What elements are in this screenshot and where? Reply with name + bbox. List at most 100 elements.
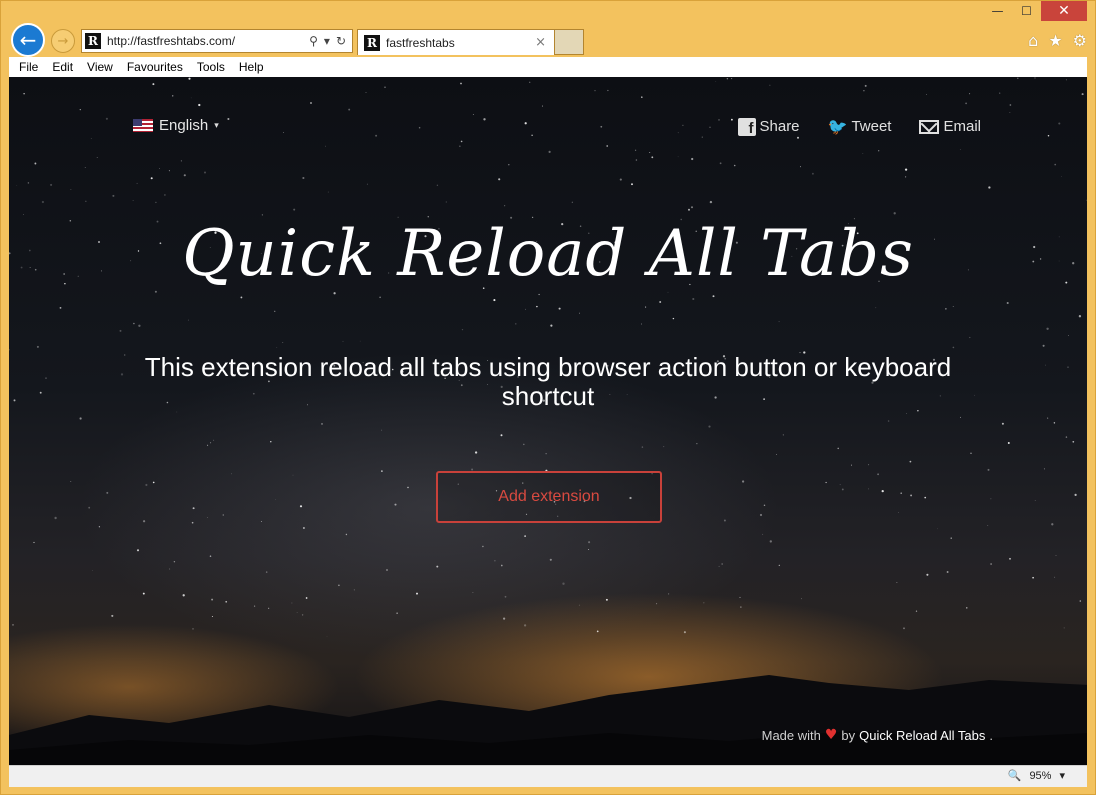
star: [198, 103, 201, 107]
star: [210, 442, 212, 444]
menu-file[interactable]: File: [19, 60, 38, 74]
star: [946, 571, 949, 573]
star: [1017, 77, 1019, 79]
star: [204, 171, 206, 174]
star: [136, 549, 140, 552]
star: [79, 417, 82, 420]
menu-edit[interactable]: Edit: [52, 60, 73, 74]
maximize-button[interactable]: ☐: [1012, 1, 1041, 21]
star: [206, 517, 208, 519]
star: [418, 126, 421, 129]
star: [345, 533, 348, 536]
star: [494, 560, 496, 562]
star: [541, 105, 544, 107]
star: [635, 159, 638, 161]
star: [164, 194, 166, 196]
star: [776, 454, 777, 455]
star: [342, 340, 344, 342]
close-window-button[interactable]: ✕: [1041, 1, 1087, 21]
star: [231, 473, 232, 475]
menu-view[interactable]: View: [87, 60, 113, 74]
language-selector[interactable]: English ▾: [133, 117, 219, 134]
share-label: Share: [759, 118, 800, 135]
refresh-icon[interactable]: ↻: [336, 34, 346, 48]
star: [904, 168, 908, 171]
forward-button[interactable]: →: [51, 29, 75, 53]
favorites-star-icon[interactable]: ★: [1048, 31, 1062, 50]
star: [1034, 500, 1036, 501]
star: [270, 441, 272, 443]
star: [299, 505, 303, 508]
menu-favourites[interactable]: Favourites: [127, 60, 183, 74]
star: [893, 212, 896, 215]
star: [524, 308, 526, 310]
star: [862, 153, 864, 154]
chevron-down-icon[interactable]: ▾: [324, 34, 330, 48]
by-text: by: [841, 727, 856, 743]
share-link[interactable]: f Share: [737, 117, 800, 136]
star: [641, 96, 643, 98]
add-extension-button[interactable]: Add extension: [436, 471, 662, 523]
star: [778, 321, 780, 323]
star: [703, 602, 705, 604]
star: [39, 391, 42, 394]
footer-brand-link[interactable]: Quick Reload All Tabs: [859, 728, 985, 743]
star: [187, 319, 189, 321]
star: [33, 541, 35, 544]
star: [436, 565, 439, 568]
menu-help[interactable]: Help: [239, 60, 264, 74]
star: [1067, 366, 1069, 368]
star: [548, 150, 551, 153]
star: [987, 525, 989, 526]
star: [472, 114, 474, 115]
star: [864, 84, 867, 87]
star: [759, 513, 763, 517]
gear-icon[interactable]: ⚙: [1073, 31, 1087, 50]
star: [171, 95, 174, 97]
minimize-button[interactable]: —: [983, 1, 1012, 21]
tweet-link[interactable]: 🐦 Tweet: [828, 117, 892, 136]
navigation-bar: ← → R http://fastfreshtabs.com/ ⚲ ▾ ↻ R …: [1, 21, 1095, 57]
browser-tab[interactable]: R fastfreshtabs ×: [357, 29, 555, 55]
star: [474, 451, 478, 454]
star: [23, 213, 24, 215]
menu-tools[interactable]: Tools: [197, 60, 225, 74]
tab-close-icon[interactable]: ×: [535, 35, 546, 50]
twitter-icon: 🐦: [827, 117, 848, 136]
chevron-down-icon[interactable]: ▾: [1059, 769, 1065, 782]
new-tab-button[interactable]: [555, 29, 584, 55]
star: [182, 594, 185, 597]
star: [987, 468, 990, 471]
star: [152, 481, 155, 484]
star: [594, 90, 596, 92]
star: [36, 345, 39, 348]
page-content: English ▾ f Share 🐦 Tweet Email Quick Re…: [9, 77, 1087, 765]
star: [283, 132, 284, 133]
star: [769, 84, 771, 86]
star: [324, 145, 326, 147]
star: [715, 80, 717, 82]
address-bar[interactable]: R http://fastfreshtabs.com/ ⚲ ▾ ↻: [81, 29, 353, 53]
star: [740, 606, 742, 608]
email-link[interactable]: Email: [919, 117, 981, 136]
star: [59, 306, 62, 309]
star: [436, 184, 439, 186]
star: [445, 201, 447, 203]
star: [191, 521, 194, 524]
url-text[interactable]: http://fastfreshtabs.com/: [107, 34, 309, 48]
star: [483, 118, 486, 121]
star: [837, 447, 839, 450]
search-icon[interactable]: ⚲: [309, 34, 318, 48]
star: [904, 176, 907, 178]
back-button[interactable]: ←: [11, 23, 45, 57]
star: [27, 182, 30, 184]
star: [132, 199, 134, 201]
star: [562, 582, 565, 585]
star: [965, 102, 967, 105]
star: [1042, 344, 1045, 347]
zoom-control[interactable]: 🔍 95% ▾: [1008, 769, 1065, 782]
star: [645, 306, 647, 308]
star: [111, 614, 114, 617]
home-icon[interactable]: ⌂: [1028, 31, 1038, 50]
star: [138, 324, 141, 327]
